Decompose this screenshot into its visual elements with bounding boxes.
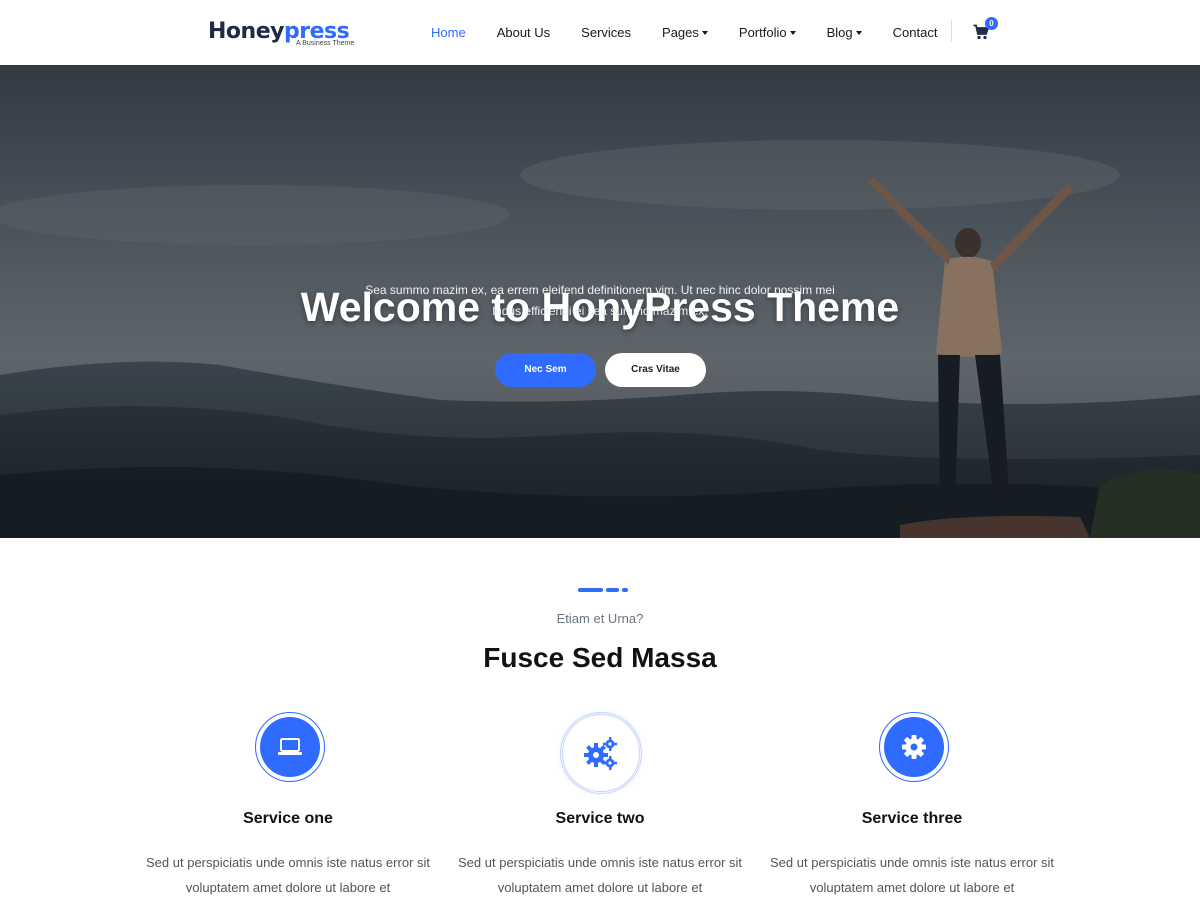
site-logo[interactable]: Honeypress A Business Theme [208,14,368,50]
caret-down-icon [789,31,796,35]
nav-item-services[interactable]: Services [581,25,631,40]
nav-item-contact[interactable]: Contact [893,25,938,40]
service-description: Sed ut perspiciatis unde omnis iste natu… [458,855,742,895]
hero-subtitle: Sea summo mazim ex, ea errem eleifend de… [365,283,835,318]
service-description: Sed ut perspiciatis unde omnis iste natu… [770,855,1054,895]
caret-down-icon [855,31,862,35]
hero-primary-button[interactable]: Nec Sem [495,353,596,387]
section-title: Fusce Sed Massa [483,642,717,673]
service-title: Service one [243,810,333,827]
service-icon-ring [879,712,949,782]
section-divider-mark [606,588,619,592]
nav-item-about-us[interactable]: About Us [497,25,550,40]
cart-count-badge: 0 [985,17,998,30]
nav-divider [951,20,952,42]
hero-secondary-button[interactable]: Cras Vitae [605,353,706,387]
hero-banner: Welcome to HonyPress Theme Sea summo maz… [0,65,1200,538]
logo-tagline: A Business Theme [296,40,355,47]
site-header: Honeypress A Business Theme Home About U… [0,0,1200,65]
nav-item-pages[interactable]: Pages [662,25,708,40]
service-icon-ring [255,712,325,782]
nav-item-home[interactable]: Home [431,25,466,40]
service-description: Sed ut perspiciatis unde omnis iste natu… [146,855,430,895]
laptop-icon [260,717,320,777]
gears-icon [562,714,640,792]
nav-item-portfolio[interactable]: Portfolio [739,25,796,40]
main-nav: Home About Us Services Pages Portfolio B… [431,0,968,65]
section-eyebrow: Etiam et Urna? [556,611,644,626]
caret-down-icon [701,31,708,35]
nav-item-blog[interactable]: Blog [827,25,862,40]
section-divider-mark [622,588,628,592]
service-icon-ring [560,712,642,794]
service-title: Service two [555,810,645,827]
section-divider-mark [578,588,603,592]
service-title: Service three [861,810,963,827]
gear-icon [884,717,944,777]
